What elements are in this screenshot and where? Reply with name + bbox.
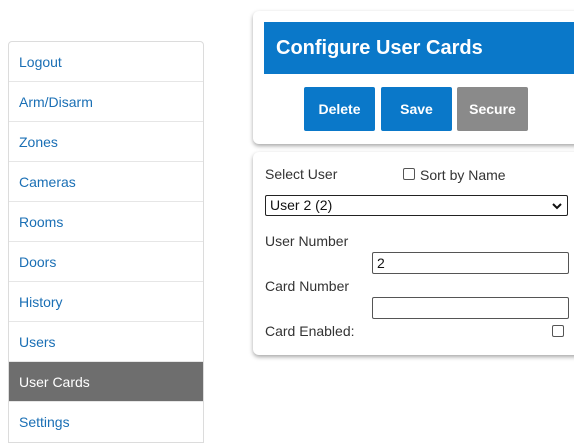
user-number-value: 2	[377, 255, 385, 271]
secure-button[interactable]: Secure	[457, 87, 528, 131]
select-user-label: Select User	[265, 166, 338, 182]
user-number-label: User Number	[265, 233, 349, 249]
delete-button[interactable]: Delete	[304, 87, 375, 131]
header-panel: Configure User Cards Delete Save Secure	[253, 11, 574, 144]
sidebar-item-history[interactable]: History	[9, 282, 203, 322]
sort-by-name-label: Sort by Name	[420, 167, 506, 183]
user-select-value: User 2 (2)	[270, 197, 333, 213]
user-number-field[interactable]: 2	[372, 252, 569, 274]
sidebar-item-user-cards[interactable]: User Cards	[9, 362, 203, 402]
sidebar-item-zones[interactable]: Zones	[9, 122, 203, 162]
page-title: Configure User Cards	[264, 22, 574, 74]
card-number-label: Card Number	[265, 278, 350, 294]
sidebar-item-users[interactable]: Users	[9, 322, 203, 362]
user-select[interactable]: User 2 (2)	[265, 195, 568, 216]
card-enabled-checkbox[interactable]	[552, 325, 564, 337]
sort-by-name-checkbox[interactable]	[403, 168, 415, 180]
sidebar-item-cameras[interactable]: Cameras	[9, 162, 203, 202]
sidebar-nav: Logout Arm/Disarm Zones Cameras Rooms Do…	[8, 41, 204, 443]
sidebar-item-doors[interactable]: Doors	[9, 242, 203, 282]
user-card-form: Select User Sort by Name User 2 (2) User…	[253, 152, 574, 355]
card-enabled-label: Card Enabled:	[265, 323, 355, 339]
sidebar-item-rooms[interactable]: Rooms	[9, 202, 203, 242]
sidebar-item-arm-disarm[interactable]: Arm/Disarm	[9, 82, 203, 122]
sidebar-item-logout[interactable]: Logout	[9, 42, 203, 82]
save-button[interactable]: Save	[381, 87, 452, 131]
chevron-down-icon	[552, 203, 562, 210]
card-number-field[interactable]	[372, 297, 569, 319]
sidebar-item-settings[interactable]: Settings	[9, 402, 203, 442]
